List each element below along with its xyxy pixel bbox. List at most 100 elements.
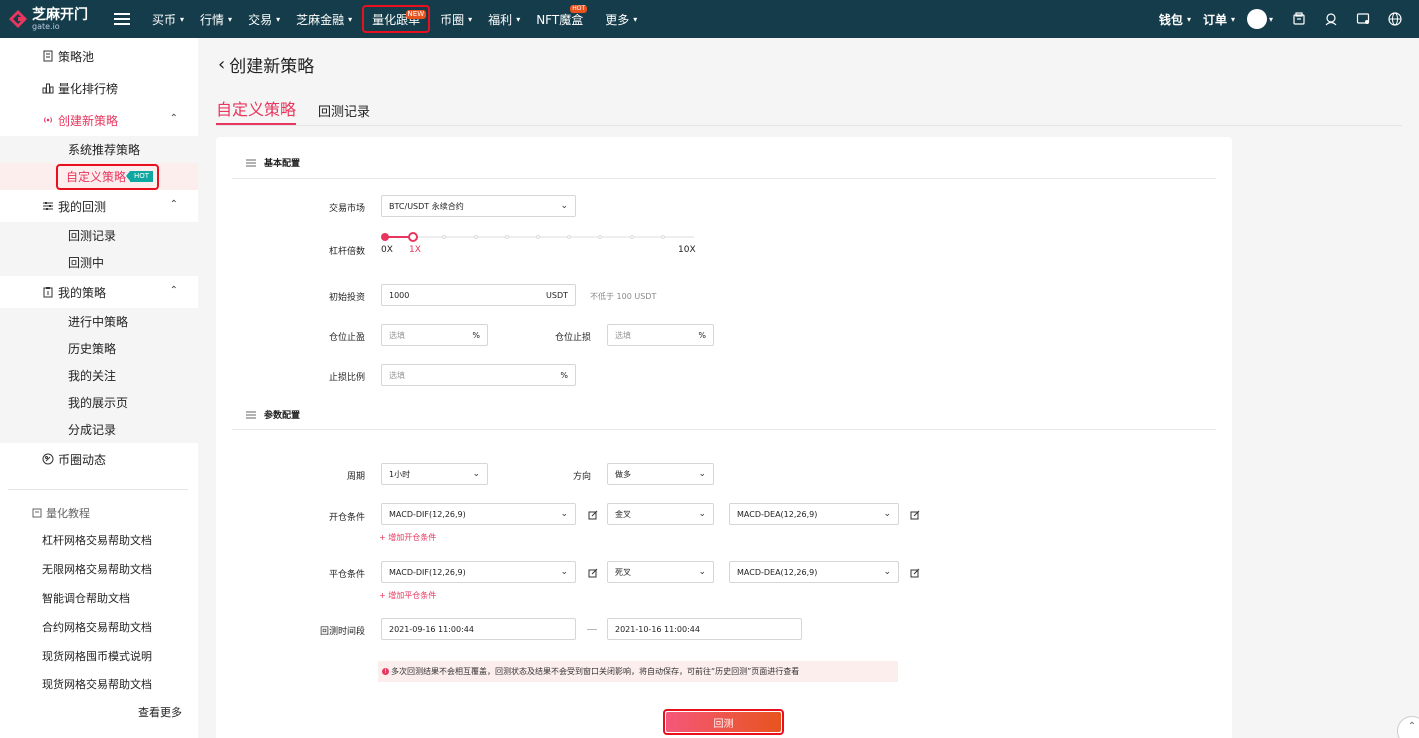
stop-loss-label: 仓位止损 <box>554 333 591 343</box>
tutorial-link[interactable]: 杠杆网格交易帮助文档 <box>0 526 198 555</box>
leverage-current: 1X <box>409 245 421 255</box>
sidebar-item-running[interactable]: 进行中策略 <box>0 308 198 335</box>
open-cross-select[interactable]: 金叉 ⌄ <box>607 503 714 525</box>
edit-icon[interactable] <box>588 510 598 520</box>
tutorial-link[interactable]: 智能调仓帮助文档 <box>0 584 198 613</box>
sidebar-item-custom-strategy[interactable]: 自定义策略 HOT <box>0 163 198 190</box>
edit-icon[interactable] <box>910 510 920 520</box>
invest-input[interactable]: 1000 USDT <box>381 284 576 306</box>
chevron-up-icon[interactable]: ⌃ <box>170 199 178 210</box>
view-more-link[interactable]: 查看更多 <box>138 704 182 720</box>
market-label: 交易市场 <box>328 204 365 214</box>
open-indicator-2-select[interactable]: MACD-DEA(12,26,9) ⌄ <box>729 503 899 525</box>
take-profit-input[interactable]: 选填 % <box>381 324 488 346</box>
tab-backtest-records[interactable]: 回测记录 <box>318 96 370 125</box>
nav-finance[interactable]: 芝麻金融 ▾ <box>288 0 360 38</box>
stop-loss-input[interactable]: 选填 % <box>607 324 714 346</box>
sidebar-item-news[interactable]: 币圈动态 <box>0 443 198 475</box>
nav-markets[interactable]: 行情 ▾ <box>192 0 240 38</box>
hamburger-menu-icon[interactable] <box>114 13 130 25</box>
section-param-config: 参数配置 <box>246 408 300 421</box>
chevron-down-icon: ▾ <box>1186 14 1191 24</box>
sidebar-item-backtesting[interactable]: 回测中 <box>0 249 198 276</box>
market-select[interactable]: BTC/USDT 永续合约 ⌄ <box>381 195 576 217</box>
sidebar-item-following[interactable]: 我的关注 <box>0 362 198 389</box>
backtest-notice: ! 多次回测结果不会相互覆盖，回测状态及结果不会受到窗口关闭影响，将自动保存，可… <box>378 661 898 682</box>
nav-rewards[interactable]: 福利 ▾ <box>480 0 528 38</box>
top-navbar: 芝麻开门 gate.io 买币 ▾ 行情 ▾ 交易 ▾ 芝麻金融 ▾ 量化跟单 NEW … <box>0 0 1419 38</box>
new-badge: NEW <box>405 10 427 19</box>
list-icon <box>246 159 256 166</box>
tab-custom-strategy[interactable]: 自定义策略 <box>216 96 297 125</box>
direction-label: 方向 <box>572 472 591 482</box>
support-icon[interactable] <box>1315 0 1347 38</box>
chevron-down-icon: ▾ <box>276 14 281 24</box>
nav-trade[interactable]: 交易 ▾ <box>240 0 288 38</box>
sidebar-item-strategy-pool[interactable]: 策略池 <box>0 40 198 72</box>
tutorial-link[interactable]: 合约网格交易帮助文档 <box>0 612 198 641</box>
sidebar-item-showcase[interactable]: 我的展示页 <box>0 389 198 416</box>
hot-badge: HOT <box>126 171 154 182</box>
sidebar-item-my-backtest[interactable]: 我的回测 ⌃ <box>0 190 198 222</box>
logo[interactable]: 芝麻开门 gate.io <box>8 8 92 31</box>
avatar[interactable] <box>1246 9 1267 29</box>
sidebar-item-ranking[interactable]: 量化排行榜 <box>0 72 198 104</box>
chevron-down-icon: ⌄ <box>472 469 480 479</box>
nav-community[interactable]: 币圈 ▾ <box>432 0 480 38</box>
tutorial-link[interactable]: 现货网格囤币模式说明 <box>0 641 198 670</box>
slider-tick <box>567 235 571 239</box>
add-open-condition-link[interactable]: + 增加开仓条件 <box>379 532 436 543</box>
tutorial-link[interactable]: 无限网格交易帮助文档 <box>0 555 198 584</box>
app-download-icon[interactable] <box>1283 0 1315 38</box>
close-indicator-2-select[interactable]: MACD-DEA(12,26,9) ⌄ <box>729 561 899 583</box>
open-indicator-1-select[interactable]: MACD-DIF(12,26,9) ⌄ <box>381 503 576 525</box>
range-start-input[interactable]: 2021-09-16 11:00:44 <box>381 618 576 640</box>
direction-select[interactable]: 做多 ⌄ <box>607 463 714 485</box>
slider-tick <box>442 235 446 239</box>
close-indicator-1-select[interactable]: MACD-DIF(12,26,9) ⌄ <box>381 561 576 583</box>
sidebar-item-backtest-records[interactable]: 回测记录 <box>0 222 198 249</box>
leverage-label: 杠杆倍数 <box>328 247 365 257</box>
sliders-icon <box>43 202 53 210</box>
tutorial-link[interactable]: 现货网格交易帮助文档 <box>0 670 198 699</box>
chevron-down-icon[interactable]: ▾ <box>1269 15 1273 24</box>
nav-orders[interactable]: 订单 ▾ <box>1197 0 1241 38</box>
sidebar-item-my-strategies[interactable]: 我的策略 ⌃ <box>0 276 198 308</box>
edit-icon[interactable] <box>910 568 920 578</box>
slider-tick <box>505 235 509 239</box>
nav-quant-copy[interactable]: 量化跟单 NEW <box>362 5 431 33</box>
chevron-up-icon[interactable]: ⌃ <box>170 113 178 124</box>
slider-handle[interactable] <box>408 232 418 242</box>
nav-wallet[interactable]: 钱包 ▾ <box>1153 0 1197 38</box>
backtest-button[interactable]: 回测 <box>666 712 781 732</box>
range-end-input[interactable]: 2021-10-16 11:00:44 <box>607 618 802 640</box>
leverage-max: 10X <box>678 245 696 255</box>
sidebar-item-profit-share[interactable]: 分成记录 <box>0 416 198 443</box>
nav-more[interactable]: 更多 ▾ <box>597 0 645 38</box>
back-arrow-icon[interactable]: ‹ <box>218 54 225 75</box>
add-close-condition-link[interactable]: + 增加平仓条件 <box>379 590 436 601</box>
section-basic-config: 基本配置 <box>246 156 300 169</box>
sidebar-item-create-strategy[interactable]: 创建新策略 ⌃ <box>0 104 198 136</box>
slider-tick <box>474 235 478 239</box>
take-profit-label: 仓位止盈 <box>328 333 365 343</box>
chevron-up-icon[interactable]: ⌃ <box>170 285 178 296</box>
divider <box>232 429 1216 430</box>
sidebar-item-history[interactable]: 历史策略 <box>0 335 198 362</box>
divider <box>232 178 1216 179</box>
notification-icon[interactable] <box>1347 0 1379 38</box>
page-title: ‹ 创建新策略 <box>218 54 315 77</box>
nav-nft-box[interactable]: NFT魔盒 HOT <box>528 0 597 38</box>
nav-buy-crypto[interactable]: 买币 ▾ <box>144 0 192 38</box>
sidebar: 策略池 量化排行榜 创建新策略 ⌃ 系统推荐策略 自定义策略 HOT 我的回测 … <box>0 38 198 738</box>
close-cross-select[interactable]: 死叉 ⌄ <box>607 561 714 583</box>
news-icon <box>42 453 54 465</box>
scroll-to-top-icon[interactable]: ⌃ <box>1397 716 1419 738</box>
stop-ratio-input[interactable]: 选填 % <box>381 364 576 386</box>
language-globe-icon[interactable] <box>1379 0 1411 38</box>
sidebar-item-system-recommended[interactable]: 系统推荐策略 <box>0 136 198 163</box>
chevron-down-icon: ⌄ <box>560 509 568 519</box>
leverage-slider[interactable] <box>381 232 694 242</box>
period-select[interactable]: 1小时 ⌄ <box>381 463 488 485</box>
edit-icon[interactable] <box>588 568 598 578</box>
